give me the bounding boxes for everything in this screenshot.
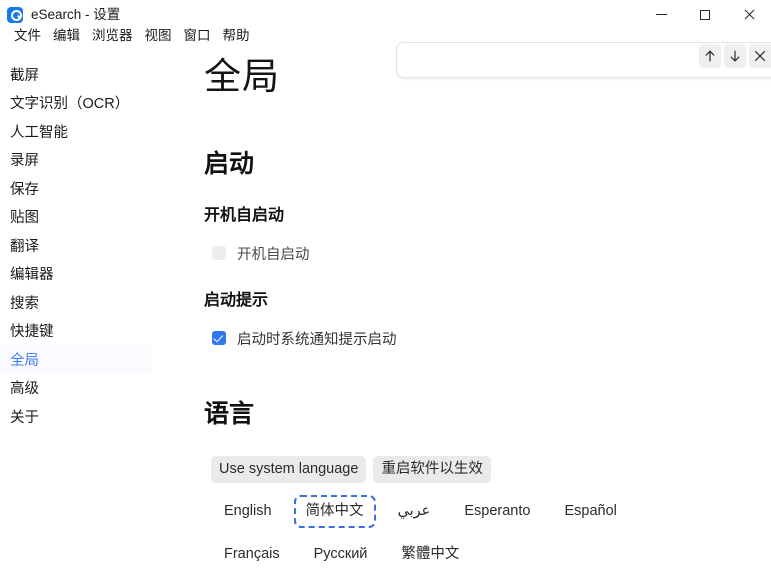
sidebar-item-ocr[interactable]: 文字识别（OCR） [0, 89, 152, 118]
language-option-french[interactable]: Français [212, 538, 292, 571]
startup-notice-checkbox-row[interactable]: 启动时系统通知提示启动 [204, 328, 764, 349]
menu-item-browser[interactable]: 浏览器 [86, 24, 139, 48]
restart-to-apply-button[interactable]: 重启软件以生效 [373, 455, 491, 484]
minimize-icon [655, 14, 667, 15]
sidebar-item-ai[interactable]: 人工智能 [0, 117, 152, 146]
menu-item-file[interactable]: 文件 [8, 24, 47, 48]
language-option-arabic[interactable]: عربي [386, 495, 443, 528]
sidebar-item-pin[interactable]: 贴图 [0, 203, 152, 232]
page-title: 全局 [204, 56, 280, 97]
language-option-english[interactable]: English [212, 495, 284, 528]
sidebar-item-about[interactable]: 关于 [0, 402, 152, 431]
sidebar-item-editor[interactable]: 编辑器 [0, 260, 152, 289]
language-option-russian[interactable]: Русский [302, 538, 380, 571]
menu-bar: 文件 编辑 浏览器 视图 窗口 帮助 [0, 24, 256, 48]
sidebar-item-translate[interactable]: 翻译 [0, 231, 152, 260]
language-option-simplified-chinese[interactable]: 简体中文 [293, 495, 376, 529]
search-app-icon [7, 6, 23, 23]
close-button[interactable] [727, 0, 771, 29]
section-title-language: 语言 [204, 399, 255, 428]
section-title-startup: 启动 [204, 149, 255, 178]
minimize-button[interactable] [639, 0, 683, 29]
sidebar-item-record[interactable]: 录屏 [0, 146, 152, 175]
sidebar-item-screenshot[interactable]: 截屏 [0, 60, 152, 89]
startup-notice-checkbox-label: 启动时系统通知提示启动 [237, 331, 397, 348]
sidebar-item-global[interactable]: 全局 [0, 345, 152, 374]
language-option-spanish[interactable]: Español [552, 495, 628, 528]
language-option-esperanto[interactable]: Esperanto [452, 495, 542, 528]
sidebar-item-advanced[interactable]: 高级 [0, 374, 152, 403]
subsection-title-autostart: 开机自启动 [204, 206, 285, 224]
maximize-icon [700, 9, 710, 20]
close-icon [743, 9, 755, 21]
menu-item-view[interactable]: 视图 [139, 24, 178, 48]
subsection-title-startup-notice: 启动提示 [204, 291, 269, 309]
autostart-checkbox[interactable] [212, 246, 226, 261]
language-options: English 简体中文 عربي Esperanto Español Fran… [204, 495, 704, 571]
use-system-language-button[interactable]: Use system language [211, 455, 367, 484]
sidebar-item-shortcuts[interactable]: 快捷键 [0, 317, 152, 346]
window-controls [639, 0, 771, 29]
menu-item-window[interactable]: 窗口 [178, 24, 217, 48]
sidebar-item-search[interactable]: 搜索 [0, 288, 152, 317]
language-option-traditional-chinese[interactable]: 繁體中文 [389, 538, 471, 571]
startup-notice-checkbox[interactable] [212, 331, 226, 346]
autostart-checkbox-label: 开机自启动 [237, 246, 310, 263]
settings-content: 全局 启动 开机自启动 开机自启动 启动提示 启动时系统通知提示启动 语言 Us… [204, 56, 764, 571]
sidebar: 截屏 文字识别（OCR） 人工智能 录屏 保存 贴图 翻译 编辑器 搜索 快捷键… [0, 56, 160, 431]
maximize-button[interactable] [683, 0, 727, 29]
menu-item-edit[interactable]: 编辑 [47, 24, 86, 48]
settings-window: eSearch - 设置 文件 编辑 浏览器 视图 窗口 帮助 截屏 文字识别（… [0, 0, 771, 581]
menu-item-help[interactable]: 帮助 [217, 24, 256, 48]
autostart-checkbox-row[interactable]: 开机自启动 [204, 243, 764, 264]
sidebar-item-save[interactable]: 保存 [0, 174, 152, 203]
language-actions: Use system language 重启软件以生效 [204, 455, 764, 484]
